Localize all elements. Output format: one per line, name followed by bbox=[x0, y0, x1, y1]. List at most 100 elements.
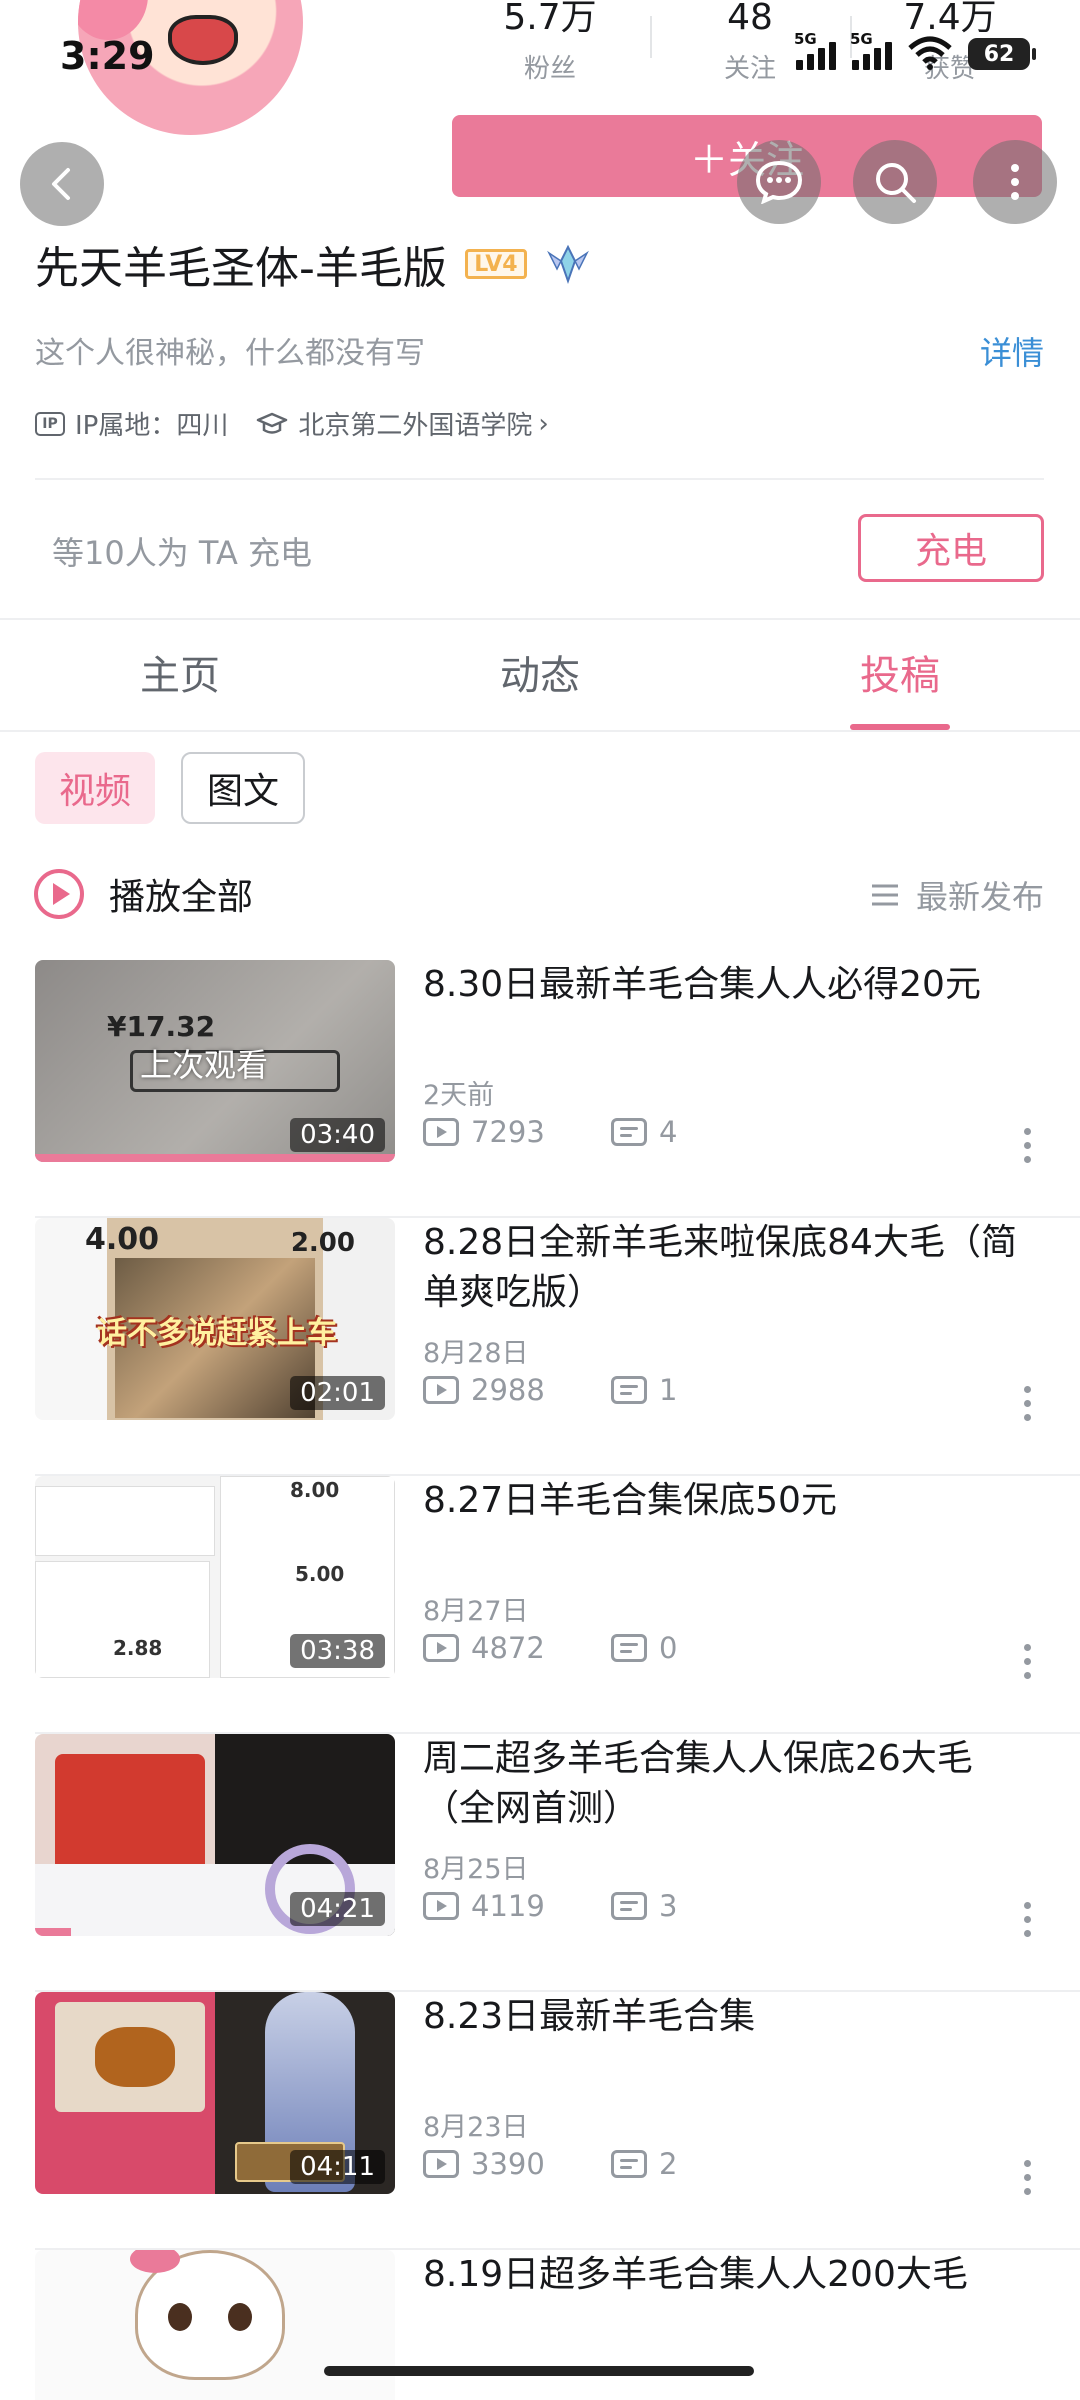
video-thumbnail[interactable]: 4.00 2.00 话不多说赶紧上车 02:01 bbox=[35, 1218, 395, 1420]
status-icons: 5G 5G 62 bbox=[794, 30, 1036, 70]
video-thumbnail[interactable]: 8.00 5.00 2.88 03:38 bbox=[35, 1476, 395, 1678]
video-item[interactable]: 8.19日超多羊毛合集人人200大毛 bbox=[35, 2250, 1080, 2400]
ip-location: IP属地：四川 bbox=[75, 411, 229, 441]
profile-meta: IP IP属地：四川 北京第二外国语学院 › bbox=[35, 405, 549, 442]
profile-name-row: 先天羊毛圣体-羊毛版 LV4 bbox=[35, 232, 591, 296]
network-type: 5G bbox=[794, 30, 817, 48]
achievement-badge-icon[interactable] bbox=[545, 241, 591, 287]
message-button[interactable] bbox=[737, 140, 821, 224]
video-stats: 4119 3 bbox=[423, 1889, 677, 1923]
video-item[interactable]: 04:21 周二超多羊毛合集人人保底26大毛（全网首测） 8月25日 4119 … bbox=[35, 1734, 1080, 1992]
video-title[interactable]: 8.23日最新羊毛合集 bbox=[423, 1992, 1043, 2042]
watch-progress bbox=[35, 1928, 71, 1936]
filter-video[interactable]: 视频 bbox=[35, 752, 156, 824]
sort-button[interactable]: 最新发布 bbox=[870, 872, 1044, 918]
detail-link[interactable]: 详情 bbox=[980, 328, 1044, 374]
video-item[interactable]: 8.00 5.00 2.88 03:38 8.27日羊毛合集保底50元 8月27… bbox=[35, 1476, 1080, 1734]
search-button[interactable] bbox=[853, 140, 937, 224]
thumbnail-graphic bbox=[35, 1486, 215, 1556]
view-count: 4119 bbox=[471, 1889, 545, 1923]
sort-label: 最新发布 bbox=[915, 878, 1044, 916]
status-time: 3:29 bbox=[60, 34, 155, 78]
view-count: 3390 bbox=[471, 2147, 545, 2181]
more-options-icon[interactable] bbox=[1024, 1128, 1032, 1163]
content-filters: 视频 图文 bbox=[35, 752, 306, 824]
last-watched-label: 上次观看 bbox=[140, 1046, 269, 1084]
profile-name: 先天羊毛圣体-羊毛版 bbox=[35, 243, 447, 294]
thumbnail-text: 8.00 bbox=[290, 1478, 340, 1502]
thumbnail-text: 2.88 bbox=[113, 1636, 163, 1660]
comment-count: 4 bbox=[659, 1115, 678, 1149]
thumbnail-graphic bbox=[35, 1561, 210, 1678]
video-date: 8月23日 bbox=[423, 2112, 529, 2143]
more-vertical-icon bbox=[1011, 164, 1019, 200]
back-button[interactable] bbox=[20, 142, 104, 226]
video-stats: 2988 1 bbox=[423, 1373, 677, 1407]
comment-count: 1 bbox=[659, 1373, 678, 1407]
comment-count-icon bbox=[611, 1892, 647, 1920]
ip-icon: IP bbox=[35, 411, 65, 436]
video-date: 2天前 bbox=[423, 1080, 495, 1111]
more-options-icon[interactable] bbox=[1024, 1644, 1032, 1679]
comment-count-icon bbox=[611, 1118, 647, 1146]
comment-count: 2 bbox=[659, 2147, 678, 2181]
video-date: 8月25日 bbox=[423, 1854, 529, 1885]
video-title[interactable]: 8.27日羊毛合集保底50元 bbox=[423, 1476, 1043, 1526]
video-stats: 3390 2 bbox=[423, 2147, 677, 2181]
filter-article[interactable]: 图文 bbox=[181, 752, 306, 824]
battery-icon: 62 bbox=[968, 38, 1036, 70]
video-stats: 4872 0 bbox=[423, 1631, 677, 1665]
video-thumbnail[interactable]: 04:11 bbox=[35, 1992, 395, 2194]
play-count-icon bbox=[423, 1118, 459, 1146]
video-thumbnail[interactable]: ¥17.32 上次观看 03:40 bbox=[35, 960, 395, 1162]
video-item[interactable]: ¥17.32 上次观看 03:40 8.30日最新羊毛合集人人必得20元 2天前… bbox=[35, 960, 1080, 1218]
view-count: 7293 bbox=[471, 1115, 545, 1149]
more-options-icon[interactable] bbox=[1024, 1386, 1032, 1421]
video-title[interactable]: 周二超多羊毛合集人人保底26大毛（全网首测） bbox=[423, 1734, 1043, 1834]
video-duration: 04:11 bbox=[290, 2150, 385, 2184]
tab-home[interactable]: 主页 bbox=[0, 620, 360, 730]
tab-dynamic[interactable]: 动态 bbox=[360, 620, 720, 730]
signal-icon: 5G bbox=[850, 30, 892, 70]
play-circle-icon bbox=[34, 869, 84, 919]
list-sort-icon bbox=[871, 884, 898, 906]
more-button[interactable] bbox=[973, 140, 1057, 224]
watch-progress bbox=[35, 1154, 395, 1162]
video-title[interactable]: 8.30日最新羊毛合集人人必得20元 bbox=[423, 960, 1043, 1010]
search-icon bbox=[876, 163, 916, 203]
comment-count-icon bbox=[611, 1634, 647, 1662]
thumbnail-caption: 话不多说赶紧上车 bbox=[97, 1316, 337, 1351]
tab-uploads[interactable]: 投稿 bbox=[720, 620, 1080, 730]
video-item[interactable]: 4.00 2.00 话不多说赶紧上车 02:01 8.28日全新羊毛来啦保底84… bbox=[35, 1218, 1080, 1476]
graduation-cap-icon bbox=[257, 412, 288, 434]
more-options-icon[interactable] bbox=[1024, 2160, 1032, 2195]
play-all-button[interactable]: 播放全部 bbox=[33, 868, 253, 920]
video-list: ¥17.32 上次观看 03:40 8.30日最新羊毛合集人人必得20元 2天前… bbox=[0, 960, 1080, 2400]
video-duration: 04:21 bbox=[290, 1892, 385, 1926]
video-duration: 03:38 bbox=[290, 1634, 385, 1668]
comment-count-icon bbox=[611, 2150, 647, 2178]
video-title[interactable]: 8.28日全新羊毛来啦保底84大毛（简单爽吃版） bbox=[423, 1218, 1043, 1318]
video-thumbnail[interactable] bbox=[35, 2250, 395, 2400]
chevron-right-icon: › bbox=[538, 408, 549, 439]
signal-icon: 5G bbox=[794, 30, 836, 70]
charge-button[interactable]: 充电 bbox=[858, 514, 1044, 582]
thumbnail-text: 4.00 bbox=[85, 1222, 160, 1257]
video-thumbnail[interactable]: 04:21 bbox=[35, 1734, 395, 1936]
wifi-icon bbox=[908, 36, 952, 70]
charge-summary[interactable]: 等10人为 TA 充电 bbox=[52, 528, 312, 574]
home-indicator[interactable] bbox=[324, 2366, 754, 2376]
play-count-icon bbox=[423, 1892, 459, 1920]
video-item[interactable]: 04:11 8.23日最新羊毛合集 8月23日 3390 2 bbox=[35, 1992, 1080, 2250]
play-count-icon bbox=[423, 2150, 459, 2178]
divider bbox=[35, 478, 1044, 480]
thumbnail-text: 2.00 bbox=[290, 1228, 355, 1258]
more-options-icon[interactable] bbox=[1024, 1902, 1032, 1937]
video-title[interactable]: 8.19日超多羊毛合集人人200大毛 bbox=[423, 2250, 1043, 2300]
comment-count-icon bbox=[611, 1376, 647, 1404]
chat-bubble-icon bbox=[755, 160, 803, 204]
comment-count: 0 bbox=[659, 1631, 678, 1665]
play-count-icon bbox=[423, 1634, 459, 1662]
play-all-label: 播放全部 bbox=[109, 877, 254, 918]
school-link[interactable]: 北京第二外国语学院 bbox=[298, 405, 532, 442]
